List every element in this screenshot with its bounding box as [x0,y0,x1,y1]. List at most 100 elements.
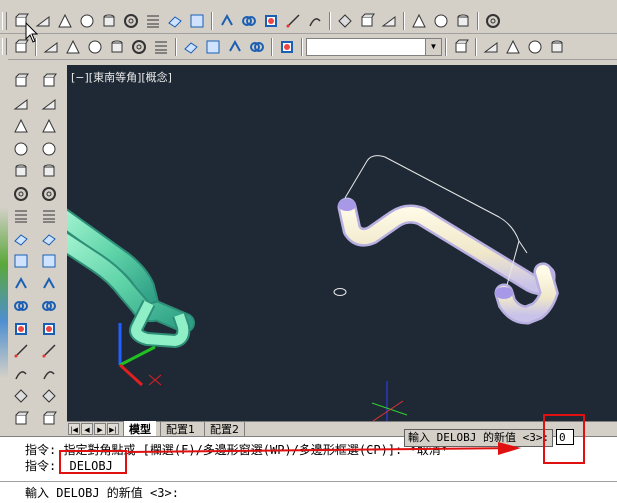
separator [329,12,331,30]
view-front-icon[interactable] [129,37,149,57]
sphere-icon[interactable] [77,11,97,31]
revision-cloud-icon[interactable] [11,229,31,250]
extend-icon[interactable] [39,296,59,317]
arrow-icon [127,442,521,455]
3d-hidden-icon[interactable] [503,37,523,57]
presspull-icon[interactable] [239,11,259,31]
point-icon[interactable] [11,364,31,385]
highlight-box-command [59,450,127,474]
tab-layout1[interactable]: 配置1 [160,421,200,437]
insert-block-icon[interactable] [11,319,31,340]
separator [477,12,479,30]
move-icon[interactable] [39,184,59,205]
circle-profile[interactable] [333,288,347,296]
torus-icon[interactable] [121,11,141,31]
pyramid-icon[interactable] [143,11,163,31]
offset-icon[interactable] [39,139,59,160]
view-back-icon[interactable] [151,37,171,57]
view-left-icon[interactable] [85,37,105,57]
ellipse-icon[interactable] [11,274,31,295]
model-viewport[interactable]: [−][東南等角][概念] [67,65,617,421]
prev-tab-button[interactable]: ◀ [81,423,93,435]
copy-icon[interactable] [39,94,59,115]
camera-icon[interactable] [277,37,297,57]
separator [211,12,213,30]
chevron-down-icon[interactable]: ▼ [425,39,441,55]
scale-icon[interactable] [39,229,59,250]
spline-icon[interactable] [11,251,31,272]
toolbar-grip[interactable] [2,38,7,56]
separator [403,12,405,30]
gradient-icon[interactable] [11,409,31,430]
arc-icon[interactable] [11,184,31,205]
construction-line-icon[interactable] [11,94,31,115]
view-ne-icon[interactable] [225,37,245,57]
view-nw-icon[interactable] [247,37,267,57]
separator [445,38,447,56]
break-at-point-icon[interactable] [39,319,59,340]
revolve-icon[interactable] [283,11,303,31]
layer-dropdown[interactable]: ▼ [306,38,442,56]
planar-surface-icon[interactable] [187,11,207,31]
named-views-icon[interactable] [451,37,471,57]
command-input-line[interactable]: 輸入 DELOBJ 的新值 <3>: [25,484,179,501]
separator [271,38,273,56]
hatch-icon[interactable] [11,386,31,407]
circle-icon[interactable] [11,206,31,227]
break-icon[interactable] [39,341,59,362]
erase-icon[interactable] [39,71,59,92]
helix-icon[interactable] [165,11,185,31]
cylinder-icon[interactable] [99,11,119,31]
fillet-icon[interactable] [39,409,59,430]
conceptual-icon[interactable] [547,37,567,57]
tab-model[interactable]: 模型 [123,421,156,437]
background-strip [0,55,8,435]
array-icon[interactable] [39,161,59,182]
view-bottom-icon[interactable] [63,37,83,57]
3d-move-icon[interactable] [409,11,429,31]
cone-icon[interactable] [55,11,75,31]
realistic-icon[interactable] [525,37,545,57]
line-icon[interactable] [11,71,31,92]
extrude-icon[interactable] [217,11,237,31]
toolbar-grip[interactable] [2,12,7,30]
trim-icon[interactable] [39,274,59,295]
separator [301,38,303,56]
ellipse-arc-icon[interactable] [11,296,31,317]
view-sw-icon[interactable] [181,37,201,57]
view-se-icon[interactable] [203,37,223,57]
toolbar-modeling [0,9,617,34]
polyline-icon[interactable] [11,116,31,137]
toolbar-modify [37,70,61,453]
polygon-icon[interactable] [11,139,31,160]
2d-wireframe-icon[interactable] [481,37,501,57]
stretch-icon[interactable] [39,251,59,272]
cream-pipe[interactable] [337,197,559,325]
view-top-icon[interactable] [41,37,61,57]
separator [475,38,477,56]
highlight-box-input [543,414,585,464]
crosshair-cursor [371,381,408,421]
subtract-icon[interactable] [357,11,377,31]
first-tab-button[interactable]: |◀ [68,423,80,435]
join-icon[interactable] [39,364,59,385]
union-icon[interactable] [335,11,355,31]
last-tab-button[interactable]: ▶| [107,423,119,435]
union-icon-2[interactable] [483,11,503,31]
3d-align-icon[interactable] [453,11,473,31]
mirror-icon[interactable] [39,116,59,137]
rotate-icon[interactable] [39,206,59,227]
separator [175,38,177,56]
next-tab-button[interactable]: ▶ [94,423,106,435]
green-pipe[interactable] [67,208,195,349]
loft-icon[interactable] [305,11,325,31]
command-prompt-label: 指令: [25,459,57,473]
intersect-icon[interactable] [379,11,399,31]
make-block-icon[interactable] [11,341,31,362]
3d-rotate-icon[interactable] [431,11,451,31]
rectangle-icon[interactable] [11,161,31,182]
tab-layout2[interactable]: 配置2 [204,421,245,437]
view-right-icon[interactable] [107,37,127,57]
chamfer-icon[interactable] [39,386,59,407]
sweep-icon[interactable] [261,11,281,31]
